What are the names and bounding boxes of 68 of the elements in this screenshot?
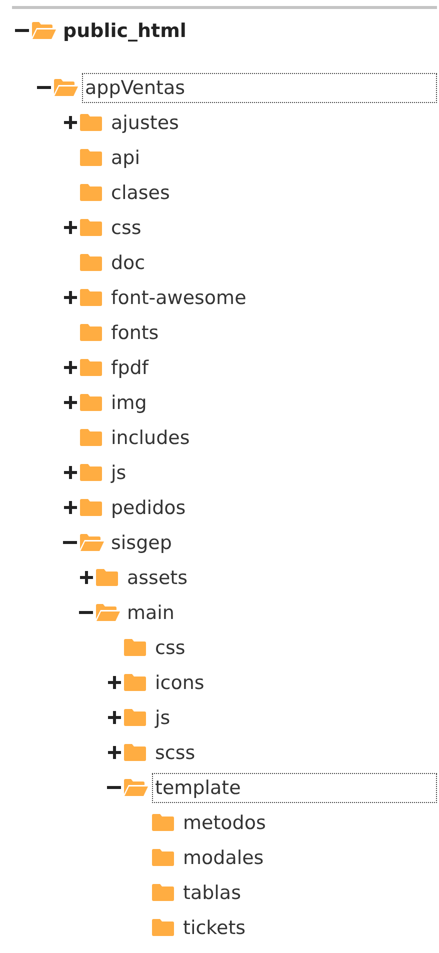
minus-icon[interactable] [37,86,51,90]
folder-name[interactable]: doc [108,248,148,278]
plus-icon[interactable] [64,291,76,304]
plus-icon[interactable] [108,746,120,759]
plus-icon[interactable] [64,116,76,129]
folder-name[interactable]: js [108,458,130,488]
folder-name[interactable]: main [124,598,178,628]
folder-name[interactable]: img [108,388,150,418]
folder-name[interactable]: fonts [108,318,162,348]
folder-name[interactable]: scss [152,738,198,768]
open-folder-icon [54,79,78,96]
folder-name[interactable]: assets [124,562,190,592]
folder-name[interactable]: modales [180,842,267,872]
folder-icon [80,114,102,131]
plus-icon[interactable] [80,571,92,584]
folder-name[interactable]: clases [108,178,173,208]
plus-icon[interactable] [64,466,76,479]
folder-name[interactable]: tablas [180,878,244,908]
plus-icon[interactable] [108,711,120,724]
folder-name[interactable]: template [152,772,437,802]
minus-icon[interactable] [63,540,77,544]
folder-icon [80,184,102,201]
folder-icon [152,814,174,831]
folder-icon [80,464,102,481]
folder-name[interactable]: api [108,142,143,172]
plus-icon[interactable] [64,501,76,514]
open-folder-icon [124,779,148,796]
folder-icon [80,289,102,306]
folder-name[interactable]: metodos [180,808,269,838]
plus-icon[interactable] [64,361,76,374]
plus-icon[interactable] [108,676,120,689]
folder-name[interactable]: appVentas [82,72,437,102]
folder-icon [80,499,102,516]
folder-icon [96,569,118,586]
plus-icon[interactable] [64,396,76,409]
folder-name[interactable]: pedidos [108,492,189,522]
folder-name[interactable]: css [108,212,144,242]
minus-icon[interactable] [79,610,93,614]
folder-name[interactable]: ajustes [108,108,182,138]
folder-icon [124,744,146,761]
folder-icon [80,394,102,411]
folder-name[interactable]: public_html [60,16,190,46]
folder-name[interactable]: icons [152,668,208,698]
folder-icon [80,429,102,446]
open-folder-icon [80,534,104,551]
folder-icon [124,709,146,726]
folder-icon [80,324,102,341]
folder-icon [80,359,102,376]
open-folder-icon [96,604,120,621]
folder-name[interactable]: css [152,632,188,662]
minus-icon[interactable] [15,28,29,32]
folder-name[interactable]: font-awesome [108,282,250,312]
folder-name[interactable]: tickets [180,912,249,942]
folder-name[interactable]: js [152,702,174,732]
folder-icon [152,919,174,936]
folder-icon [124,639,146,656]
folder-name[interactable]: fpdf [108,352,152,382]
folder-name[interactable]: sisgep [108,528,175,558]
plus-icon[interactable] [64,221,76,234]
minus-icon[interactable] [107,786,121,790]
folder-name[interactable]: includes [108,422,193,452]
folder-icon [152,849,174,866]
folder-icon [152,884,174,901]
folder-icon [124,674,146,691]
folder-icon [80,219,102,236]
folder-icon [80,149,102,166]
folder-icon [80,254,102,271]
open-folder-icon [32,22,56,39]
